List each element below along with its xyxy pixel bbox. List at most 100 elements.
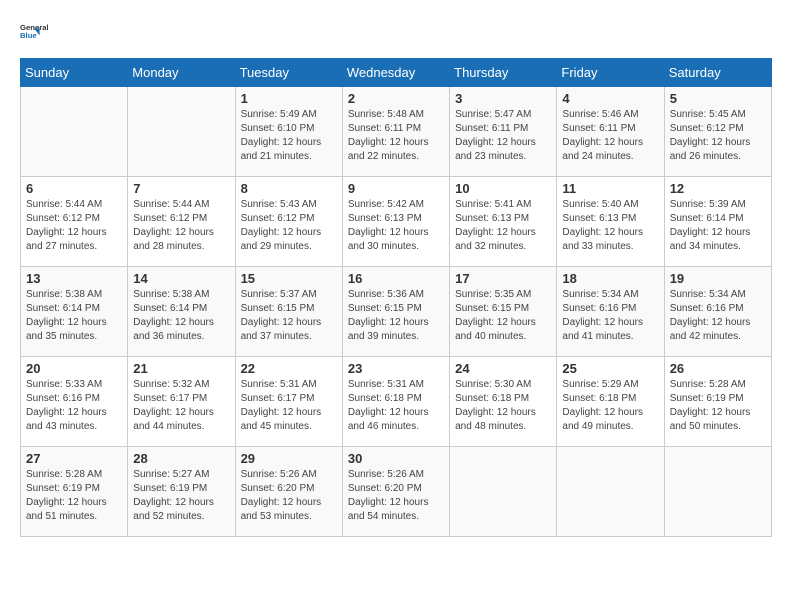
calendar-day-cell: [450, 447, 557, 537]
calendar-day-cell: 12 Sunrise: 5:39 AMSunset: 6:14 PMDayligh…: [664, 177, 771, 267]
calendar-day-cell: 3 Sunrise: 5:47 AMSunset: 6:11 PMDaylight…: [450, 87, 557, 177]
day-info: Sunrise: 5:26 AMSunset: 6:20 PMDaylight:…: [241, 468, 337, 524]
calendar-day-cell: 17Sunrise: 5:35 AMSunset: 6:15 PMDayligh…: [450, 267, 557, 357]
calendar-day-cell: 15 Sunrise: 5:37 AMSunset: 6:15 PMDayligh…: [235, 267, 342, 357]
calendar-week-row: 13 Sunrise: 5:38 AMSunset: 6:14 PMDayligh…: [21, 267, 772, 357]
day-number: 16: [348, 271, 444, 286]
day-info: Sunrise: 5:49 AMSunset: 6:10 PMDaylight:…: [241, 108, 337, 164]
day-info: Sunrise: 5:47 AMSunset: 6:11 PMDaylight:…: [455, 108, 551, 164]
day-number: 4: [562, 91, 658, 106]
logo: GeneralBlue: [20, 20, 48, 48]
day-number: 13: [26, 271, 122, 286]
calendar-day-cell: 6 Sunrise: 5:44 AMSunset: 6:12 PMDaylight…: [21, 177, 128, 267]
day-info: Sunrise: 5:31 AMSunset: 6:17 PMDaylight:…: [241, 378, 337, 434]
day-number: 28: [133, 451, 229, 466]
day-number: 18: [562, 271, 658, 286]
calendar-day-cell: 10 Sunrise: 5:41 AMSunset: 6:13 PMDayligh…: [450, 177, 557, 267]
day-info: Sunrise: 5:46 AMSunset: 6:11 PMDaylight:…: [562, 108, 658, 164]
day-number: 6: [26, 181, 122, 196]
header: GeneralBlue: [20, 20, 772, 48]
day-number: 1: [241, 91, 337, 106]
day-info: Sunrise: 5:31 AMSunset: 6:18 PMDaylight:…: [348, 378, 444, 434]
day-info: Sunrise: 5:28 AMSunset: 6:19 PMDaylight:…: [670, 378, 766, 434]
day-info: Sunrise: 5:28 AMSunset: 6:19 PMDaylight:…: [26, 468, 122, 524]
day-number: 2: [348, 91, 444, 106]
calendar-day-cell: 7Sunrise: 5:44 AMSunset: 6:12 PMDaylight…: [128, 177, 235, 267]
day-of-week-header: Wednesday: [342, 59, 449, 87]
day-number: 5: [670, 91, 766, 106]
calendar-day-cell: 9 Sunrise: 5:42 AMSunset: 6:13 PMDaylight…: [342, 177, 449, 267]
day-info: Sunrise: 5:32 AMSunset: 6:17 PMDaylight:…: [133, 378, 229, 434]
calendar-day-cell: 4 Sunrise: 5:46 AMSunset: 6:11 PMDaylight…: [557, 87, 664, 177]
day-number: 10: [455, 181, 551, 196]
day-info: Sunrise: 5:40 AMSunset: 6:13 PMDaylight:…: [562, 198, 658, 254]
day-info: Sunrise: 5:33 AMSunset: 6:16 PMDaylight:…: [26, 378, 122, 434]
day-number: 11: [562, 181, 658, 196]
day-number: 3: [455, 91, 551, 106]
calendar-week-row: 1 Sunrise: 5:49 AMSunset: 6:10 PMDaylight…: [21, 87, 772, 177]
svg-text:General: General: [20, 23, 48, 32]
calendar-header-row: SundayMondayTuesdayWednesdayThursdayFrid…: [21, 59, 772, 87]
calendar-table: SundayMondayTuesdayWednesdayThursdayFrid…: [20, 58, 772, 537]
calendar-day-cell: 5 Sunrise: 5:45 AMSunset: 6:12 PMDaylight…: [664, 87, 771, 177]
day-info: Sunrise: 5:34 AMSunset: 6:16 PMDaylight:…: [670, 288, 766, 344]
day-info: Sunrise: 5:30 AMSunset: 6:18 PMDaylight:…: [455, 378, 551, 434]
day-info: Sunrise: 5:43 AMSunset: 6:12 PMDaylight:…: [241, 198, 337, 254]
calendar-day-cell: 2 Sunrise: 5:48 AMSunset: 6:11 PMDaylight…: [342, 87, 449, 177]
day-of-week-header: Friday: [557, 59, 664, 87]
day-info: Sunrise: 5:36 AMSunset: 6:15 PMDaylight:…: [348, 288, 444, 344]
day-info: Sunrise: 5:37 AMSunset: 6:15 PMDaylight:…: [241, 288, 337, 344]
logo-icon: GeneralBlue: [20, 20, 48, 48]
day-info: Sunrise: 5:42 AMSunset: 6:13 PMDaylight:…: [348, 198, 444, 254]
day-of-week-header: Tuesday: [235, 59, 342, 87]
calendar-day-cell: 16 Sunrise: 5:36 AMSunset: 6:15 PMDayligh…: [342, 267, 449, 357]
day-number: 22: [241, 361, 337, 376]
day-number: 21: [133, 361, 229, 376]
day-info: Sunrise: 5:48 AMSunset: 6:11 PMDaylight:…: [348, 108, 444, 164]
calendar-week-row: 27Sunrise: 5:28 AMSunset: 6:19 PMDayligh…: [21, 447, 772, 537]
day-info: Sunrise: 5:26 AMSunset: 6:20 PMDaylight:…: [348, 468, 444, 524]
calendar-day-cell: 14 Sunrise: 5:38 AMSunset: 6:14 PMDayligh…: [128, 267, 235, 357]
calendar-day-cell: 1 Sunrise: 5:49 AMSunset: 6:10 PMDaylight…: [235, 87, 342, 177]
day-number: 26: [670, 361, 766, 376]
day-number: 30: [348, 451, 444, 466]
svg-text:Blue: Blue: [20, 31, 37, 40]
calendar-day-cell: 19 Sunrise: 5:34 AMSunset: 6:16 PMDayligh…: [664, 267, 771, 357]
calendar-day-cell: 27Sunrise: 5:28 AMSunset: 6:19 PMDayligh…: [21, 447, 128, 537]
calendar-week-row: 6 Sunrise: 5:44 AMSunset: 6:12 PMDaylight…: [21, 177, 772, 267]
day-info: Sunrise: 5:41 AMSunset: 6:13 PMDaylight:…: [455, 198, 551, 254]
day-info: Sunrise: 5:39 AMSunset: 6:14 PMDaylight:…: [670, 198, 766, 254]
calendar-day-cell: 28 Sunrise: 5:27 AMSunset: 6:19 PMDayligh…: [128, 447, 235, 537]
day-number: 24: [455, 361, 551, 376]
day-number: 19: [670, 271, 766, 286]
calendar-day-cell: 26 Sunrise: 5:28 AMSunset: 6:19 PMDayligh…: [664, 357, 771, 447]
day-number: 15: [241, 271, 337, 286]
calendar-week-row: 20 Sunrise: 5:33 AMSunset: 6:16 PMDayligh…: [21, 357, 772, 447]
calendar-day-cell: 22 Sunrise: 5:31 AMSunset: 6:17 PMDayligh…: [235, 357, 342, 447]
day-info: Sunrise: 5:45 AMSunset: 6:12 PMDaylight:…: [670, 108, 766, 164]
calendar-day-cell: 11 Sunrise: 5:40 AMSunset: 6:13 PMDayligh…: [557, 177, 664, 267]
calendar-day-cell: 21 Sunrise: 5:32 AMSunset: 6:17 PMDayligh…: [128, 357, 235, 447]
day-info: Sunrise: 5:44 AMSunset: 6:12 PMDaylight:…: [26, 198, 122, 254]
day-info: Sunrise: 5:29 AMSunset: 6:18 PMDaylight:…: [562, 378, 658, 434]
day-number: 8: [241, 181, 337, 196]
day-number: 29: [241, 451, 337, 466]
day-info: Sunrise: 5:44 AMSunset: 6:12 PMDaylight:…: [133, 198, 229, 254]
day-number: 20: [26, 361, 122, 376]
day-number: 12: [670, 181, 766, 196]
calendar-day-cell: 8 Sunrise: 5:43 AMSunset: 6:12 PMDaylight…: [235, 177, 342, 267]
day-info: Sunrise: 5:27 AMSunset: 6:19 PMDaylight:…: [133, 468, 229, 524]
calendar-day-cell: [21, 87, 128, 177]
calendar-day-cell: 25 Sunrise: 5:29 AMSunset: 6:18 PMDayligh…: [557, 357, 664, 447]
day-number: 9: [348, 181, 444, 196]
day-info: Sunrise: 5:38 AMSunset: 6:14 PMDaylight:…: [133, 288, 229, 344]
calendar-day-cell: [557, 447, 664, 537]
day-info: Sunrise: 5:34 AMSunset: 6:16 PMDaylight:…: [562, 288, 658, 344]
day-number: 14: [133, 271, 229, 286]
calendar-day-cell: 24 Sunrise: 5:30 AMSunset: 6:18 PMDayligh…: [450, 357, 557, 447]
day-of-week-header: Saturday: [664, 59, 771, 87]
day-number: 25: [562, 361, 658, 376]
day-number: 23: [348, 361, 444, 376]
calendar-day-cell: 18 Sunrise: 5:34 AMSunset: 6:16 PMDayligh…: [557, 267, 664, 357]
calendar-day-cell: [664, 447, 771, 537]
